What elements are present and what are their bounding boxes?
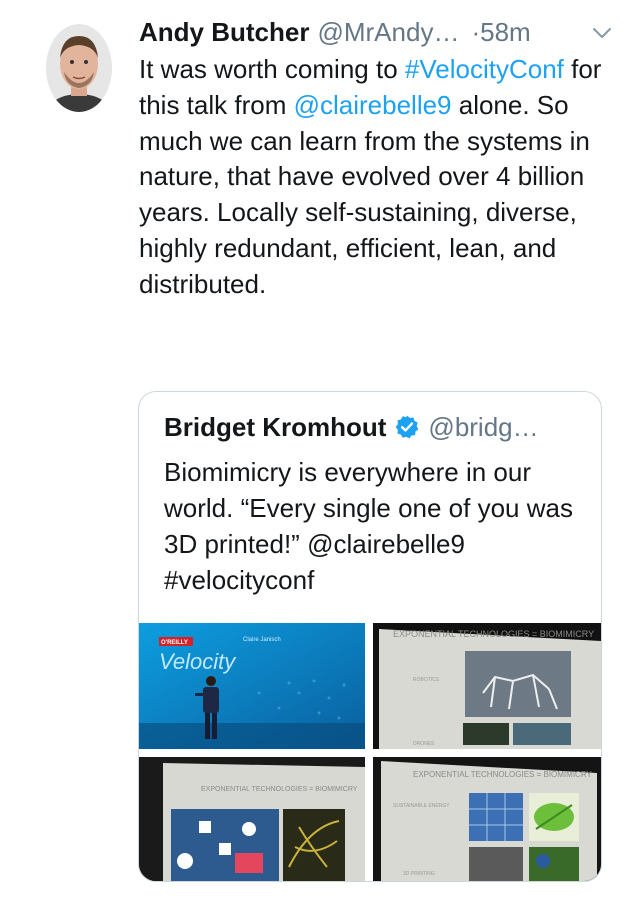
photo-speaker-on-stage: O'REILLY Velocity Claire Janisch [139,623,365,749]
photo-slide-robotics: EXPONENTIAL TECHNOLOGIES = BIOMIMICRY RO… [373,623,601,749]
media-photo-slide-robotics[interactable]: EXPONENTIAL TECHNOLOGIES = BIOMIMICRY RO… [373,623,601,749]
author-handle[interactable]: @MrAndy… [317,15,459,49]
separator-dot: · [471,17,481,47]
tweet-text-segment: It was worth coming to [139,54,405,84]
media-photo-slide-energy[interactable]: EXPONENTIAL TECHNOLOGIES = BIOMIMICRY SU… [373,757,601,881]
tweet-timestamp[interactable]: 58m [480,15,531,49]
slide-row-label: SUSTAINABLE ENERGY [393,803,450,809]
hashtag-link[interactable]: #VelocityConf [405,54,564,84]
velocity-logo-text: Velocity [159,649,237,674]
tweet-header: Andy Butcher @MrAndy… · 58m [139,14,617,50]
slide-row-label: DRONES [413,741,435,747]
oreilly-logo-text: O'REILLY [161,640,188,646]
slide-heading: EXPONENTIAL TECHNOLOGIES = BIOMIMICRY [201,786,358,793]
quoted-tweet-text: Biomimicry is everywhere in our world. “… [164,457,573,595]
slide-heading: EXPONENTIAL TECHNOLOGIES = BIOMIMICRY [393,629,594,639]
quoted-tweet-header: Bridget Kromhout @bridg… [164,409,584,445]
media-grid: O'REILLY Velocity Claire Janisch EXPONEN… [139,623,601,881]
avatar[interactable] [46,24,112,112]
chevron-down-icon[interactable] [591,22,613,44]
speaker-name-text: Claire Janisch [243,637,281,643]
media-photo-slide-biomimicry[interactable]: EXPONENTIAL TECHNOLOGIES = BIOMIMICRY [139,757,365,881]
photo-slide-energy: EXPONENTIAL TECHNOLOGIES = BIOMIMICRY SU… [373,757,601,881]
photo-slide-biomimicry: EXPONENTIAL TECHNOLOGIES = BIOMIMICRY [139,757,365,881]
author-display-name[interactable]: Andy Butcher [139,15,309,49]
slide-heading: EXPONENTIAL TECHNOLOGIES = BIOMIMICRY [413,770,592,779]
slide-row-label: ROBOTICS [413,677,440,683]
quoted-author-name: Bridget Kromhout [164,411,387,442]
tweet-text: It was worth coming to #VelocityConf for… [139,52,609,303]
avatar-image [46,24,112,112]
verified-badge-icon [396,415,419,439]
tweet-text-segment: alone. So much we can learn from the sys… [139,89,590,299]
slide-row-label: 3D PRINTING [403,871,435,877]
quoted-tweet[interactable]: Bridget Kromhout @bridg… Biomimicry is e… [138,391,602,882]
mention-link[interactable]: @clairebelle9 [294,90,452,120]
quoted-author-handle: @bridg… [428,411,539,442]
media-photo-speaker[interactable]: O'REILLY Velocity Claire Janisch [139,623,365,749]
